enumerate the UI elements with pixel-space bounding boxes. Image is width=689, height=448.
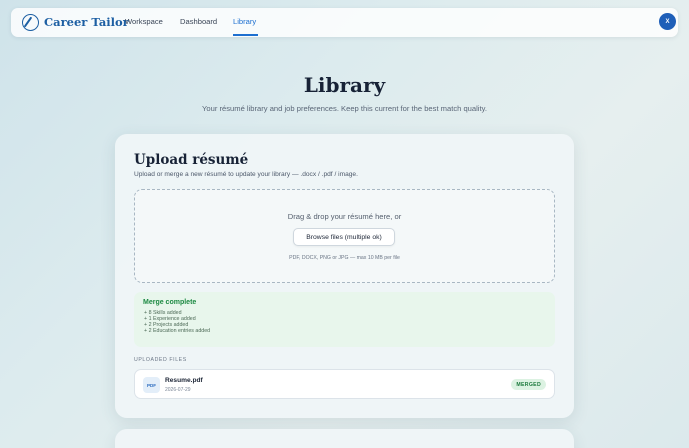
upload-card-subtitle: Upload or merge a new résumé to update y…	[134, 171, 358, 178]
browse-files-button[interactable]: Browse files (multiple ok)	[293, 228, 395, 246]
merge-complete-banner: Merge complete + 8 Skills added + 1 Expe…	[134, 292, 555, 347]
dropzone-text: Drag & drop your résumé here, or	[287, 212, 402, 221]
user-avatar-button[interactable]: X	[659, 13, 676, 30]
page-subtitle: Your résumé library and job preferences.…	[202, 104, 487, 113]
uploaded-files-label: UPLOADED FILES	[134, 357, 187, 363]
file-row[interactable]: PDF Resume.pdf 2026-07-29 MERGED	[134, 369, 555, 399]
next-section-card	[115, 429, 574, 448]
top-nav: Career Tailor Workspace Dashboard Librar…	[11, 8, 678, 37]
merged-status-badge: MERGED	[511, 379, 546, 390]
file-name: Resume.pdf	[165, 377, 203, 384]
brand-logo-link[interactable]: Career Tailor	[22, 13, 129, 31]
page-title: Library	[303, 73, 386, 97]
dropzone-hint: PDF, DOCX, PNG or JPG — max 10 MB per fi…	[289, 255, 400, 261]
merge-item: + 2 Education entries added	[144, 328, 211, 334]
upload-resume-card: Upload résumé Upload or merge a new résu…	[115, 134, 574, 418]
brand-name: Career Tailor	[44, 15, 129, 29]
file-dropzone[interactable]: Drag & drop your résumé here, or Browse …	[134, 189, 555, 283]
file-date: 2026-07-29	[165, 387, 191, 393]
pdf-file-icon: PDF	[143, 377, 160, 393]
career-tailor-logo-icon	[22, 13, 39, 31]
nav-link-library[interactable]: Library	[233, 17, 256, 26]
nav-link-dashboard[interactable]: Dashboard	[180, 17, 217, 26]
merge-summary-list: + 8 Skills added + 1 Experience added + …	[144, 310, 210, 334]
merge-title: Merge complete	[143, 299, 197, 306]
nav-link-workspace[interactable]: Workspace	[125, 17, 163, 26]
active-tab-indicator	[233, 34, 258, 36]
upload-card-title: Upload résumé	[134, 152, 249, 168]
